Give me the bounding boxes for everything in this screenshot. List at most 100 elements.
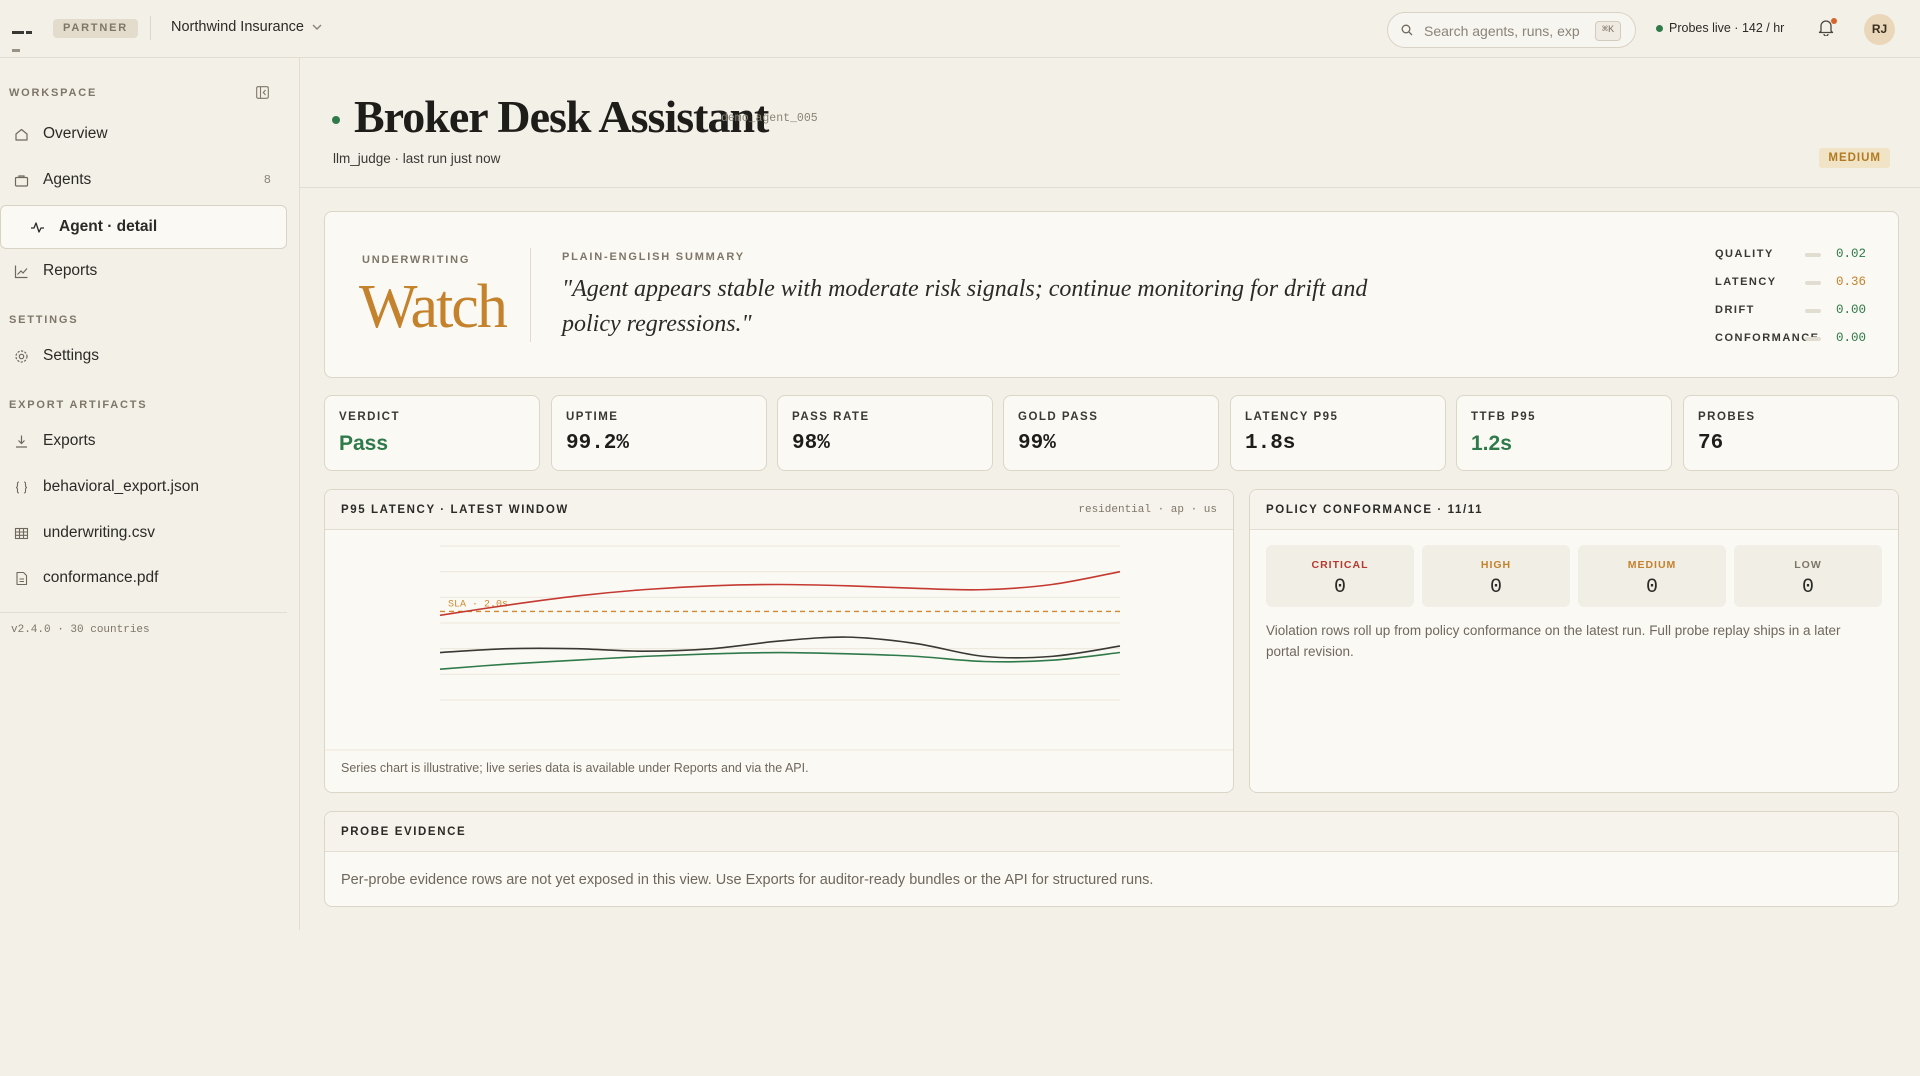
metric-bar — [1805, 309, 1821, 313]
policy-panel-title: POLICY CONFORMANCE · 11/11 — [1266, 504, 1484, 516]
topbar-divider — [150, 16, 151, 40]
search-input[interactable] — [1424, 21, 1584, 41]
sidebar-item-label: underwriting.csv — [43, 524, 155, 541]
sidebar-item-overview[interactable]: Overview — [0, 112, 287, 156]
notification-dot — [1831, 18, 1837, 24]
latency-panel: P95 LATENCY · LATEST WINDOW residential … — [324, 489, 1234, 793]
metric-label: LATENCY — [1715, 276, 1777, 288]
kpi-label: LATENCY P95 — [1245, 411, 1339, 423]
metric-bar — [1805, 281, 1821, 285]
kpi-label: VERDICT — [339, 411, 400, 423]
latency-panel-tags: residential · ap · us — [1078, 504, 1217, 516]
sidebar-item-label: Agent · detail — [59, 218, 158, 235]
sidebar-item-agents[interactable]: Agents 8 — [0, 158, 287, 202]
kpi-gold-pass: GOLD PASS 99% — [1003, 395, 1219, 471]
metric-label: DRIFT — [1715, 304, 1755, 316]
latency-chart: SLA · 2.0s — [325, 545, 1233, 751]
latency-panel-title: P95 LATENCY · LATEST WINDOW — [341, 504, 569, 516]
metric-value: 0.00 — [1836, 303, 1867, 317]
sidebar-item-exports[interactable]: Exports — [0, 419, 287, 463]
agent-subtitle: llm_judge · last run just now — [333, 151, 501, 166]
agent-status-dot — [332, 116, 340, 124]
kpi-uptime: UPTIME 99.2% — [551, 395, 767, 471]
gear-icon — [13, 348, 29, 364]
summary-divider — [530, 248, 531, 342]
sidebar-item-label: Reports — [43, 262, 98, 279]
search-shortcut: ⌘K — [1595, 21, 1622, 41]
page-title: Broker Desk Assistant — [354, 91, 769, 142]
panel-header: PROBE EVIDENCE — [325, 812, 1898, 852]
agent-id: demo_agent_005 — [721, 112, 818, 125]
logo[interactable] — [12, 24, 42, 53]
section-label-settings: SETTINGS — [9, 314, 79, 326]
notifications-button[interactable] — [1818, 18, 1837, 38]
sidebar-item-conformance-pdf[interactable]: conformance.pdf — [0, 556, 287, 600]
severity-count: 0 — [1489, 576, 1502, 599]
kpi-value: 1.2s — [1471, 432, 1512, 455]
sidebar-item-settings[interactable]: Settings — [0, 334, 287, 378]
pulse-icon — [29, 219, 45, 235]
download-icon — [13, 433, 29, 449]
metric-label: CONFORMANCE — [1715, 332, 1820, 344]
series-line-2 — [439, 651, 1121, 670]
search-icon — [1401, 24, 1413, 36]
kpi-value: 99% — [1018, 432, 1056, 455]
series-line-0 — [439, 570, 1121, 617]
kpi-label: GOLD PASS — [1018, 411, 1099, 423]
metric-conformance: CONFORMANCE 0.00 — [1715, 331, 1895, 347]
kpi-ttfb-p95: TTFB P95 1.2s — [1456, 395, 1672, 471]
avatar[interactable]: RJ — [1864, 14, 1895, 45]
sidebar-item-label: Exports — [43, 432, 96, 449]
sidebar-divider — [0, 612, 287, 613]
panel-header: POLICY CONFORMANCE · 11/11 — [1250, 490, 1898, 530]
sidebar-item-behavioral-export[interactable]: behavioral_export.json — [0, 465, 287, 509]
kpi-label: PASS RATE — [792, 411, 870, 423]
severity-medium: MEDIUM 0 — [1578, 545, 1726, 607]
kpi-pass-rate: PASS RATE 98% — [777, 395, 993, 471]
metric-latency: LATENCY 0.36 — [1715, 275, 1895, 291]
severity-label: CRITICAL — [1311, 559, 1369, 571]
kpi-value: 1.8s — [1245, 432, 1296, 455]
home-icon — [13, 126, 29, 142]
severity-count: 0 — [1801, 576, 1814, 599]
severity-label: LOW — [1794, 559, 1822, 571]
evidence-text: Per-probe evidence rows are not yet expo… — [341, 872, 1154, 888]
sidebar-item-label: Overview — [43, 125, 108, 142]
severity-count: 0 — [1333, 576, 1346, 599]
probes-live-text: Probes live · 142 / hr — [1669, 21, 1785, 35]
severity-high: HIGH 0 — [1422, 545, 1570, 607]
severity-count: 0 — [1645, 576, 1658, 599]
evidence-panel: PROBE EVIDENCE Per-probe evidence rows a… — [324, 811, 1899, 907]
chevron-down-icon — [312, 22, 322, 33]
severity-label: MEDIUM — [1627, 559, 1677, 571]
evidence-panel-title: PROBE EVIDENCE — [341, 826, 467, 838]
agents-count: 8 — [263, 173, 271, 187]
metric-bar — [1805, 253, 1821, 257]
table-icon — [13, 525, 29, 541]
kpi-verdict: VERDICT Pass — [324, 395, 540, 471]
kpi-label: UPTIME — [566, 411, 619, 423]
section-label-workspace: WORKSPACE — [9, 87, 98, 99]
section-label-export-artifacts: EXPORT ARTIFACTS — [9, 399, 148, 411]
policy-note: Violation rows roll up from policy confo… — [1266, 623, 1841, 659]
probes-live-status: Probes live · 142 / hr — [1656, 21, 1784, 35]
kpi-latency-p95: LATENCY P95 1.8s — [1230, 395, 1446, 471]
org-switcher[interactable]: Northwind Insurance — [171, 19, 322, 35]
partner-badge: PARTNER — [53, 19, 138, 38]
sidebar-item-reports[interactable]: Reports — [0, 249, 287, 293]
live-dot-icon — [1656, 24, 1663, 32]
sidebar-item-label: conformance.pdf — [43, 569, 159, 586]
summary-card: UNDERWRITING Watch PLAIN-ENGLISH SUMMARY… — [324, 211, 1899, 378]
summary-verdict: Watch — [359, 273, 508, 341]
sidebar-item-underwriting-csv[interactable]: underwriting.csv — [0, 511, 287, 555]
sidebar-item-agent-detail[interactable]: Agent · detail — [0, 205, 287, 249]
summary-label: PLAIN-ENGLISH SUMMARY — [562, 251, 745, 263]
braces-icon — [13, 479, 29, 495]
search-box[interactable]: ⌘K — [1387, 12, 1636, 48]
risk-badge: MEDIUM — [1819, 148, 1890, 168]
severity-low: LOW 0 — [1734, 545, 1882, 607]
chart-footnote: Series chart is illustrative; live serie… — [341, 761, 809, 775]
policy-panel: POLICY CONFORMANCE · 11/11 CRITICAL 0 HI… — [1249, 489, 1899, 793]
kpi-value: Pass — [339, 432, 389, 455]
collapse-sidebar-icon[interactable] — [256, 86, 269, 99]
